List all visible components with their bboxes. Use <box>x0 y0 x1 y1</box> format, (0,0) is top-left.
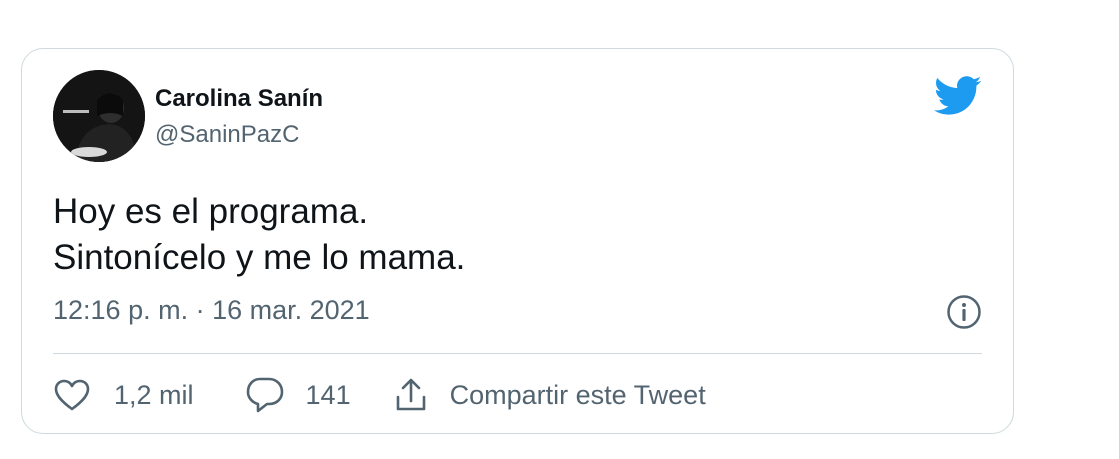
like-count: 1,2 mil <box>114 379 194 410</box>
divider <box>53 353 982 354</box>
share-upload-icon <box>396 378 425 411</box>
info-icon[interactable] <box>946 294 982 330</box>
reply-button[interactable]: 141 <box>245 376 351 414</box>
heart-icon <box>54 379 90 411</box>
tweet-timestamp[interactable]: 12:16 p. m. · 16 mar. 2021 <box>53 295 370 326</box>
share-label: Compartir este Tweet <box>449 379 706 410</box>
like-button[interactable]: 1,2 mil <box>53 378 194 412</box>
author-handle[interactable]: @SaninPazC <box>155 121 299 149</box>
avatar[interactable] <box>53 70 145 162</box>
tweet-text-line: Hoy es el programa. <box>53 192 369 231</box>
tweet-card: Carolina Sanín @SaninPazC Hoy es el prog… <box>21 48 1014 434</box>
tweet-text: Hoy es el programa. Sintonícelo y me lo … <box>53 189 465 281</box>
author-name[interactable]: Carolina Sanín <box>155 85 323 113</box>
share-button[interactable]: Compartir este Tweet <box>394 377 706 413</box>
tweet-actions: 1,2 mil 141 Compartir este Tweet <box>53 375 706 415</box>
reply-bubble-icon <box>246 377 283 413</box>
twitter-bird-icon[interactable] <box>934 76 982 116</box>
tweet-text-line: Sintonícelo y me lo mama. <box>53 238 466 277</box>
reply-count: 141 <box>305 379 351 410</box>
